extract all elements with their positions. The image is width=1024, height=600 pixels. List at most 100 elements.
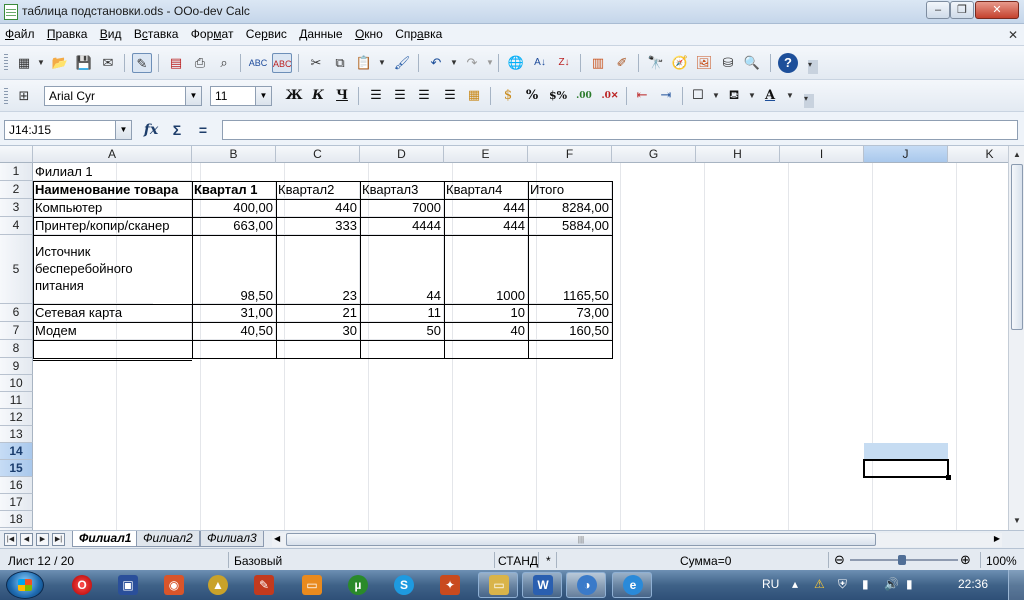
document-modified-indicator[interactable]: * <box>546 554 551 568</box>
row-header-2[interactable]: 2 <box>0 181 33 199</box>
close-button[interactable]: ✕ <box>975 1 1019 19</box>
find-replace-icon[interactable]: 🔭 <box>646 53 666 73</box>
page-style[interactable]: Базовый <box>234 554 282 568</box>
add-decimal-icon[interactable]: .00 <box>574 86 594 106</box>
taskbar-word[interactable]: W <box>522 572 562 598</box>
data-cell[interactable]: 333 <box>276 217 360 235</box>
font-color-icon[interactable]: A <box>760 86 780 106</box>
font-color-dropdown-icon[interactable]: ▼ <box>786 91 794 100</box>
menu-format[interactable]: Формат <box>186 24 238 41</box>
data-sources-icon[interactable]: ⛁ <box>718 53 738 73</box>
row-header-17[interactable]: 17 <box>0 494 33 511</box>
redo-dropdown-icon[interactable]: ▼ <box>486 58 494 67</box>
help-icon[interactable]: ? <box>778 53 798 73</box>
data-cell[interactable]: 663,00 <box>192 217 276 235</box>
column-header-d[interactable]: D <box>360 146 444 163</box>
sheet-tab-filial3[interactable]: Филиал3 <box>200 531 264 547</box>
start-button[interactable] <box>6 571 44 599</box>
chart-icon[interactable]: ▥ <box>588 53 608 73</box>
row-header-9[interactable]: 9 <box>0 358 33 375</box>
floppy-save-icon[interactable]: ▣ <box>118 575 138 595</box>
copy-icon[interactable]: ⧉ <box>330 53 350 73</box>
font-size-dropdown-icon[interactable]: ▼ <box>255 87 271 105</box>
menu-help[interactable]: Справка <box>390 24 446 41</box>
autospellcheck-icon[interactable]: ABC <box>272 53 292 73</box>
header-cell-q1[interactable]: Квартал 1 <box>192 181 276 199</box>
fill-handle[interactable] <box>946 475 951 480</box>
spellcheck-icon[interactable]: ABC <box>248 53 268 73</box>
row-header-5[interactable]: 5 <box>0 235 33 304</box>
vertical-scroll-thumb[interactable] <box>1011 164 1023 330</box>
column-header-a[interactable]: A <box>33 146 192 163</box>
volume-icon[interactable]: 🔊 <box>884 577 899 591</box>
underline-button[interactable]: Ч <box>332 86 352 106</box>
data-cell[interactable]: 1165,50 <box>528 235 612 304</box>
language-indicator[interactable]: RU <box>762 577 779 591</box>
align-right-icon[interactable]: ☰ <box>414 86 434 106</box>
merge-cells-icon[interactable]: ▦ <box>464 86 484 106</box>
skype-icon[interactable]: S <box>394 575 414 595</box>
data-cell[interactable]: 73,00 <box>528 304 612 322</box>
toolbar-grip-icon[interactable] <box>4 88 8 106</box>
vertical-scrollbar[interactable]: ▲ ▼ <box>1008 146 1024 530</box>
font-size-combo[interactable]: 11 ▼ <box>210 86 272 106</box>
data-cell[interactable]: Модем <box>33 322 192 340</box>
new-dropdown-icon[interactable]: ▼ <box>37 58 45 67</box>
sort-ascending-icon[interactable]: A↓ <box>530 53 550 73</box>
sheet-tab-filial1[interactable]: Филиал1 <box>72 531 139 547</box>
toolbar-overflow-icon[interactable]: ▾ <box>804 94 814 108</box>
column-header-f[interactable]: F <box>528 146 612 163</box>
column-header-j[interactable]: J <box>864 146 948 163</box>
menu-edit[interactable]: Правка <box>42 24 92 41</box>
scroll-up-icon[interactable]: ▲ <box>1010 148 1024 162</box>
align-center-icon[interactable]: ☰ <box>390 86 410 106</box>
show-draw-functions-icon[interactable]: ✐ <box>612 53 632 73</box>
row-header-3[interactable]: 3 <box>0 199 33 217</box>
column-header-h[interactable]: H <box>696 146 780 163</box>
sort-descending-icon[interactable]: Z↓ <box>554 53 574 73</box>
undo-icon[interactable]: ↶ <box>426 53 446 73</box>
taskbar-openoffice[interactable]: ◑ <box>566 572 606 598</box>
cut-icon[interactable]: ✂ <box>306 53 326 73</box>
clock[interactable]: 22:36 <box>958 577 988 591</box>
zoom-in-icon[interactable]: ⊕ <box>960 552 971 568</box>
menu-data[interactable]: Данные <box>294 24 346 41</box>
data-cell[interactable]: 50 <box>360 322 444 340</box>
app-icon[interactable]: ✎ <box>254 575 274 595</box>
page-preview-icon[interactable]: ⌕ <box>214 53 234 73</box>
justify-icon[interactable]: ☰ <box>440 86 460 106</box>
paste-icon[interactable]: 📋 <box>354 53 374 73</box>
row-header-6[interactable]: 6 <box>0 304 33 322</box>
borders-icon[interactable]: ☐ <box>688 86 708 106</box>
column-header-e[interactable]: E <box>444 146 528 163</box>
print-icon[interactable]: ⎙ <box>190 53 210 73</box>
show-desktop-button[interactable] <box>1008 570 1024 600</box>
prev-sheet-icon[interactable]: ◀ <box>20 533 33 546</box>
font-name-combo[interactable]: Arial Cyr ▼ <box>44 86 202 106</box>
delete-decimal-icon[interactable]: .0✕ <box>600 86 620 106</box>
folder-icon[interactable]: ▭ <box>302 575 322 595</box>
row-header-15[interactable]: 15 <box>0 460 33 477</box>
zoom-out-icon[interactable]: ⊖ <box>834 552 845 568</box>
currency-format-icon[interactable]: $ <box>498 86 518 106</box>
row-header-10[interactable]: 10 <box>0 375 33 392</box>
row-header-18[interactable]: 18 <box>0 511 33 528</box>
app-icon[interactable]: ✦ <box>440 575 460 595</box>
data-cell[interactable]: 31,00 <box>192 304 276 322</box>
standard-format-icon[interactable]: $% <box>548 86 568 106</box>
data-cell[interactable]: 40,50 <box>192 322 276 340</box>
background-color-dropdown-icon[interactable]: ▼ <box>748 91 756 100</box>
menu-insert[interactable]: Вставка <box>129 24 183 41</box>
network-icon[interactable]: ▮ <box>906 577 913 591</box>
data-cell[interactable]: Сетевая карта <box>33 304 192 322</box>
data-cell[interactable]: 21 <box>276 304 360 322</box>
edit-file-icon[interactable]: ✎ <box>132 53 152 73</box>
header-cell-q4[interactable]: Квартал4 <box>444 181 528 199</box>
data-cell[interactable]: 23 <box>276 235 360 304</box>
align-left-icon[interactable]: ☰ <box>366 86 386 106</box>
row-header-8[interactable]: 8 <box>0 340 33 358</box>
first-sheet-icon[interactable]: |◀ <box>4 533 17 546</box>
sum-icon[interactable]: Σ <box>166 120 188 140</box>
data-cell[interactable]: 4444 <box>360 217 444 235</box>
app-icon[interactable]: ▲ <box>208 575 228 595</box>
